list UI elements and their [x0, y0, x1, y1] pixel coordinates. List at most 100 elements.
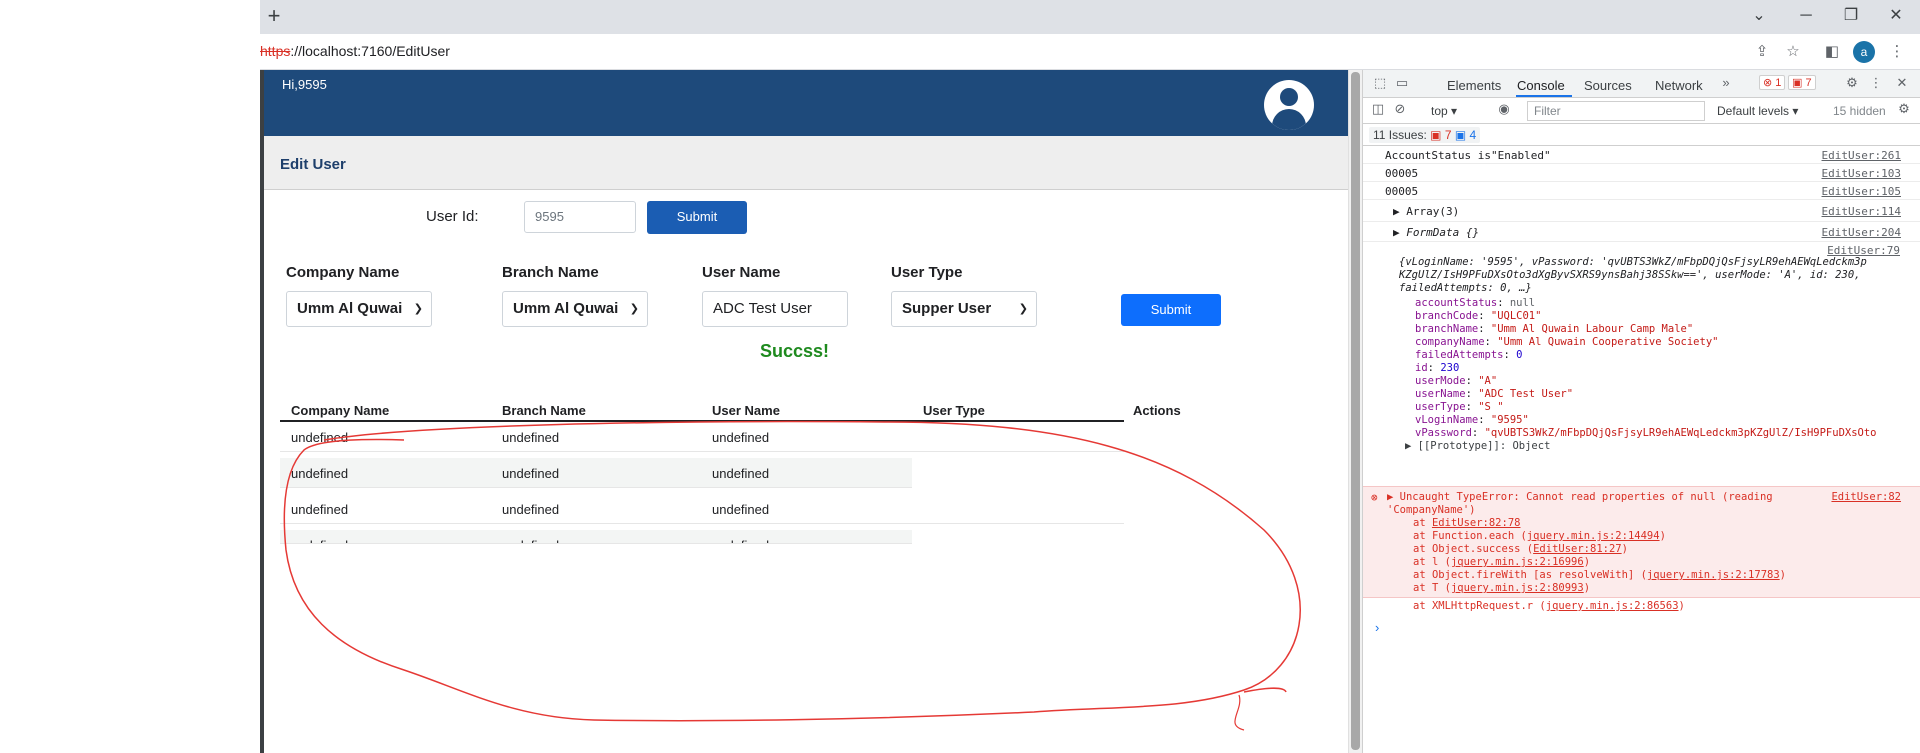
object-property: branchCode: "UQLC01" [1415, 310, 1542, 322]
warning-count: 7 [1805, 77, 1812, 89]
minimize-icon[interactable]: ─ [1790, 4, 1822, 28]
stack-link[interactable]: jquery.min.js:2:86563 [1546, 600, 1679, 612]
more-options-icon[interactable]: ⋮ [1867, 75, 1885, 91]
log-message: ▶ Array(3) [1393, 205, 1460, 218]
context-value: top [1431, 104, 1448, 118]
form-submit-button[interactable]: Submit [1121, 294, 1221, 326]
url-field[interactable]: https://localhost:7160/EditUser [260, 43, 450, 59]
warning-count-badge[interactable]: ▣ 7 [1788, 75, 1816, 90]
user-name-label: User Name [702, 264, 781, 281]
user-type-select[interactable]: Supper User ❯ [891, 291, 1037, 327]
page-title-bar: Edit User [264, 136, 1348, 190]
stack-link[interactable]: jquery.min.js:2:17783 [1647, 569, 1780, 581]
cell-branch: undefined [502, 466, 560, 481]
stack-link[interactable]: jquery.min.js:2:80993 [1451, 582, 1584, 594]
object-preview-line[interactable]: {vLoginName: '9595', vPassword: 'qvUBTS3… [1399, 256, 1867, 268]
stack-frame: at l (jquery.min.js:2:16996) [1413, 556, 1591, 568]
clear-console-icon[interactable]: ⊘ [1391, 101, 1409, 117]
stack-link[interactable]: jquery.min.js:2:16996 [1451, 556, 1584, 568]
object-property: userType: "S " [1415, 401, 1504, 413]
more-tabs-icon[interactable]: » [1717, 75, 1735, 90]
console-filter-input[interactable]: Filter [1527, 101, 1705, 121]
stack-link[interactable]: EditUser:82:78 [1432, 517, 1521, 529]
context-select[interactable]: top ▾ [1431, 104, 1457, 118]
cell-company: undefined [291, 430, 349, 445]
log-message: AccountStatus is"Enabled" [1385, 149, 1551, 162]
active-tab-indicator [1516, 95, 1572, 97]
log-source-link[interactable]: EditUser:204 [1822, 226, 1901, 239]
object-property: vLoginName: "9595" [1415, 414, 1529, 426]
stack-link[interactable]: jquery.min.js:2:14494 [1527, 530, 1660, 542]
profile-avatar[interactable]: a [1853, 41, 1875, 63]
log-source-link[interactable]: EditUser:114 [1822, 205, 1901, 218]
device-toolbar-icon[interactable]: ▭ [1393, 75, 1411, 91]
log-levels-select[interactable]: Default levels ▾ [1717, 104, 1798, 118]
company-name-select[interactable]: Umm Al Quwai ❯ [286, 291, 432, 327]
object-preview-line[interactable]: KZgUlZ/IsH9PFuDXsOto3dXgByvSXRS9ynsBahj3… [1399, 269, 1860, 281]
log-source-link[interactable]: EditUser:105 [1822, 185, 1901, 198]
sidebar-toggle-icon[interactable]: ◫ [1369, 101, 1387, 117]
browser-menu-icon[interactable]: ⋮ [1885, 40, 1909, 64]
tab-network[interactable]: Network [1655, 78, 1703, 93]
hidden-count: 15 hidden [1833, 104, 1886, 118]
stack-frame: at EditUser:82:78 [1413, 517, 1521, 529]
console-settings-icon[interactable]: ⚙ [1895, 101, 1913, 117]
console-prompt-caret[interactable]: › [1375, 620, 1379, 635]
tab-search-icon[interactable]: ⌄ [1743, 4, 1775, 28]
error-count-badge[interactable]: ⊗ 1 [1759, 75, 1786, 90]
issues-button[interactable]: 11 Issues: ▣ 7 ▣ 4 [1369, 127, 1481, 143]
stack-frame: at T (jquery.min.js:2:80993) [1413, 582, 1591, 594]
tab-console[interactable]: Console [1517, 78, 1565, 93]
log-source-link[interactable]: EditUser:103 [1822, 167, 1901, 180]
user-id-input[interactable]: 9595 [524, 201, 636, 233]
cell-user-name: undefined [712, 466, 770, 481]
branch-name-value: Umm Al Quwai [513, 300, 619, 317]
console-log-line[interactable]: ▶ Array(3) EditUser:114 [1363, 200, 1920, 222]
greeting-text: Hi,9595 [282, 77, 327, 92]
new-tab-button[interactable]: + [262, 4, 286, 28]
issues-label: 11 Issues: [1373, 128, 1427, 142]
bookmark-star-icon[interactable]: ☆ [1781, 40, 1805, 64]
page-scrollbar-thumb[interactable] [1351, 72, 1360, 750]
user-avatar-icon[interactable] [1264, 80, 1314, 130]
branch-name-select[interactable]: Umm Al Quwai ❯ [502, 291, 648, 327]
object-prototype[interactable]: ▶ [[Prototype]]: Object [1405, 440, 1550, 452]
stack-link[interactable]: EditUser:81:27 [1533, 543, 1622, 555]
avatar-body [1272, 109, 1306, 130]
th-actions: Actions [1133, 403, 1181, 418]
object-preview-line[interactable]: failedAttempts: 0, …} [1399, 282, 1532, 294]
error-title[interactable]: ▶ Uncaught TypeError: Cannot read proper… [1387, 491, 1773, 503]
error-icon: ⊗ [1371, 491, 1378, 504]
log-levels-value: Default levels [1717, 104, 1790, 118]
url-scheme: https [260, 43, 291, 59]
close-devtools-icon[interactable]: ✕ [1893, 75, 1911, 91]
devtools-tabbar: ⬚ ▭ Elements Console Sources Network » ⊗… [1363, 70, 1920, 98]
live-expression-eye-icon[interactable]: ◉ [1495, 101, 1513, 117]
console-log-line: 00005 EditUser:103 [1363, 164, 1920, 182]
log-message: 00005 [1385, 167, 1419, 180]
share-icon[interactable]: ⇪ [1750, 40, 1774, 64]
tab-elements[interactable]: Elements [1447, 78, 1501, 93]
side-panel-icon[interactable]: ◧ [1820, 40, 1844, 64]
chevron-down-icon: ❯ [629, 303, 639, 315]
branch-name-label: Branch Name [502, 264, 599, 281]
company-name-label: Company Name [286, 264, 400, 281]
error-title-continued: 'CompanyName') [1387, 504, 1476, 516]
th-user-name: User Name [712, 403, 780, 418]
close-window-icon[interactable]: ✕ [1880, 4, 1912, 28]
user-type-label: User Type [891, 264, 963, 281]
console-log-line: AccountStatus is"Enabled" EditUser:261 [1363, 146, 1920, 164]
issues-error-count: ▣ 7 [1430, 128, 1452, 142]
settings-gear-icon[interactable]: ⚙ [1843, 75, 1861, 91]
cell-company: undefined [291, 502, 349, 517]
user-name-input[interactable]: ADC Test User [702, 291, 848, 327]
inspect-element-icon[interactable]: ⬚ [1371, 75, 1389, 91]
tab-sources[interactable]: Sources [1584, 78, 1632, 93]
user-id-submit-button[interactable]: Submit [647, 201, 747, 234]
restore-icon[interactable]: ❐ [1835, 4, 1867, 28]
stack-frame: at Object.success (EditUser:81:27) [1413, 543, 1628, 555]
web-page: Hi,9595 Edit User User Id: 9595 Submit C… [264, 70, 1348, 753]
error-source-link[interactable]: EditUser:82 [1831, 491, 1901, 503]
console-log-line[interactable]: ▶ FormData {} EditUser:204 [1363, 222, 1920, 242]
log-source-link[interactable]: EditUser:261 [1822, 149, 1901, 162]
